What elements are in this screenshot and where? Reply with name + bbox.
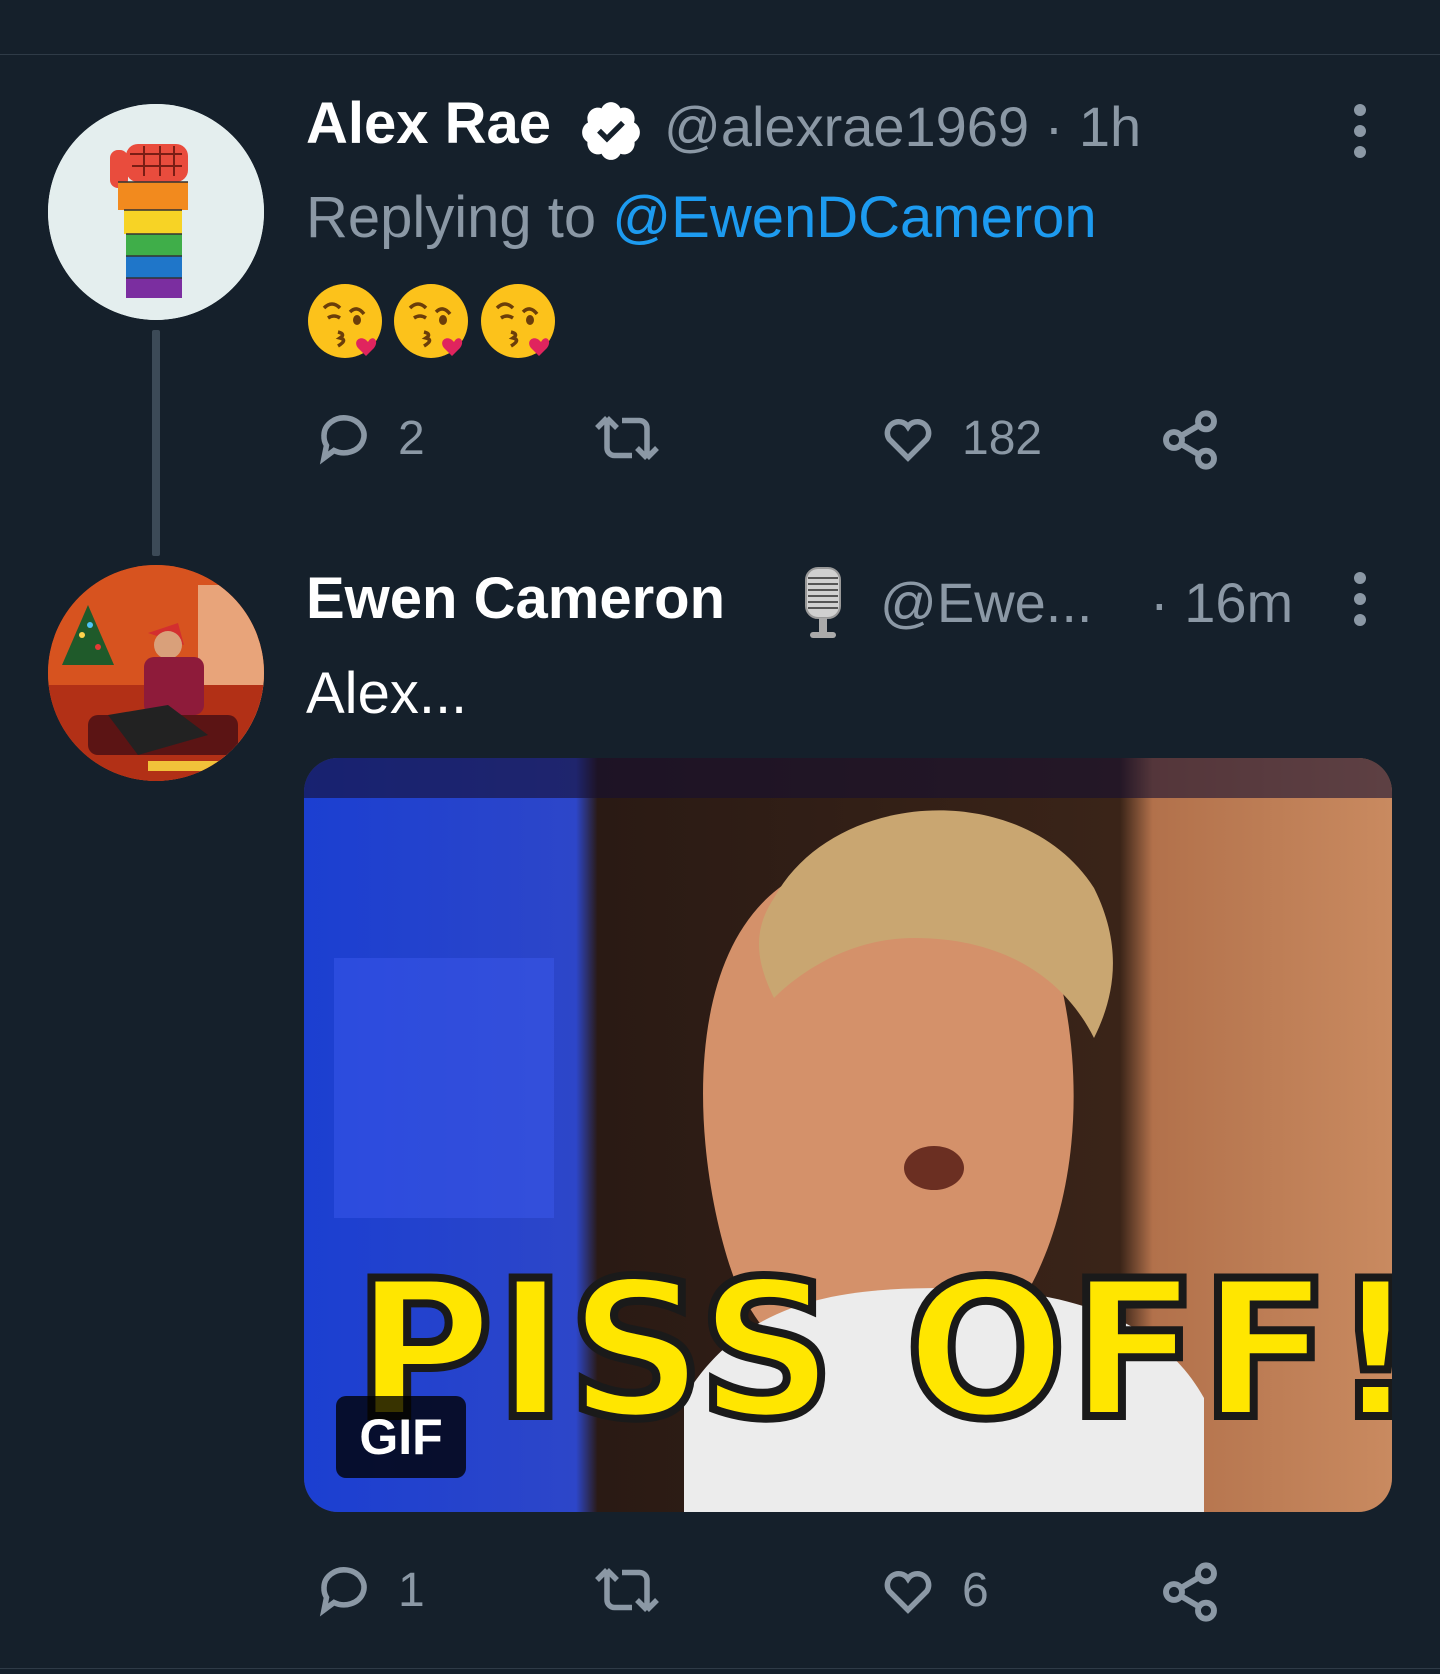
more-options-icon[interactable] (1353, 572, 1367, 632)
tweet-time[interactable]: · 16m (1150, 570, 1293, 635)
avatar-alex-rae[interactable] (48, 104, 264, 320)
bottom-divider (0, 1668, 1440, 1669)
kissing-face-emoji (394, 284, 469, 358)
like-button[interactable]: 6 (876, 1560, 989, 1620)
like-count: 6 (962, 1563, 989, 1617)
reply-icon (319, 1567, 367, 1617)
heart-icon (884, 1570, 932, 1614)
kissing-face-emoji (308, 284, 382, 358)
profile-photo (48, 565, 264, 781)
author-name[interactable]: Ewen Cameron (306, 565, 725, 632)
kissing-face-emoji (480, 284, 555, 358)
retweet-button[interactable] (590, 1560, 664, 1620)
reply-count: 1 (398, 1563, 425, 1617)
author-handle[interactable]: @Ewe... (880, 570, 1092, 635)
reply-button[interactable]: 1 (312, 1560, 425, 1620)
rainbow-fist-icon (48, 104, 264, 320)
author-name[interactable]: Alex Rae (306, 90, 551, 157)
replying-to-label: Replying to (306, 185, 613, 250)
top-divider (0, 54, 1440, 55)
thread-connector-line (152, 330, 160, 556)
gif-caption-text: PISS OFF! (350, 1240, 1392, 1461)
tweet-text-emoji (306, 282, 561, 360)
like-count: 182 (962, 411, 1043, 465)
verified-badge-icon (578, 98, 644, 169)
reply-count: 2 (398, 411, 425, 465)
gif-media[interactable]: PISS OFF! GIF (304, 758, 1392, 1512)
more-options-icon[interactable] (1353, 104, 1367, 164)
like-button[interactable]: 182 (876, 408, 1042, 468)
retweet-icon (595, 1568, 659, 1612)
share-button[interactable] (1158, 408, 1222, 472)
mention-link[interactable]: @EwenDCameron (612, 185, 1096, 250)
microphone-icon (800, 566, 846, 649)
author-handle-time[interactable]: @alexrae1969 · 1h (664, 94, 1141, 159)
share-icon (1163, 1562, 1217, 1622)
retweet-icon (595, 416, 659, 460)
tweet-text: Alex... (306, 661, 468, 726)
heart-icon (884, 418, 932, 462)
avatar-ewen-cameron[interactable] (48, 565, 264, 781)
share-button[interactable] (1158, 1560, 1222, 1624)
gif-badge: GIF (336, 1396, 466, 1478)
replying-to-line: Replying to @EwenDCameron (306, 184, 1097, 251)
reply-icon (319, 415, 367, 465)
retweet-button[interactable] (590, 408, 664, 468)
share-icon (1163, 410, 1217, 470)
reply-button[interactable]: 2 (312, 408, 425, 468)
